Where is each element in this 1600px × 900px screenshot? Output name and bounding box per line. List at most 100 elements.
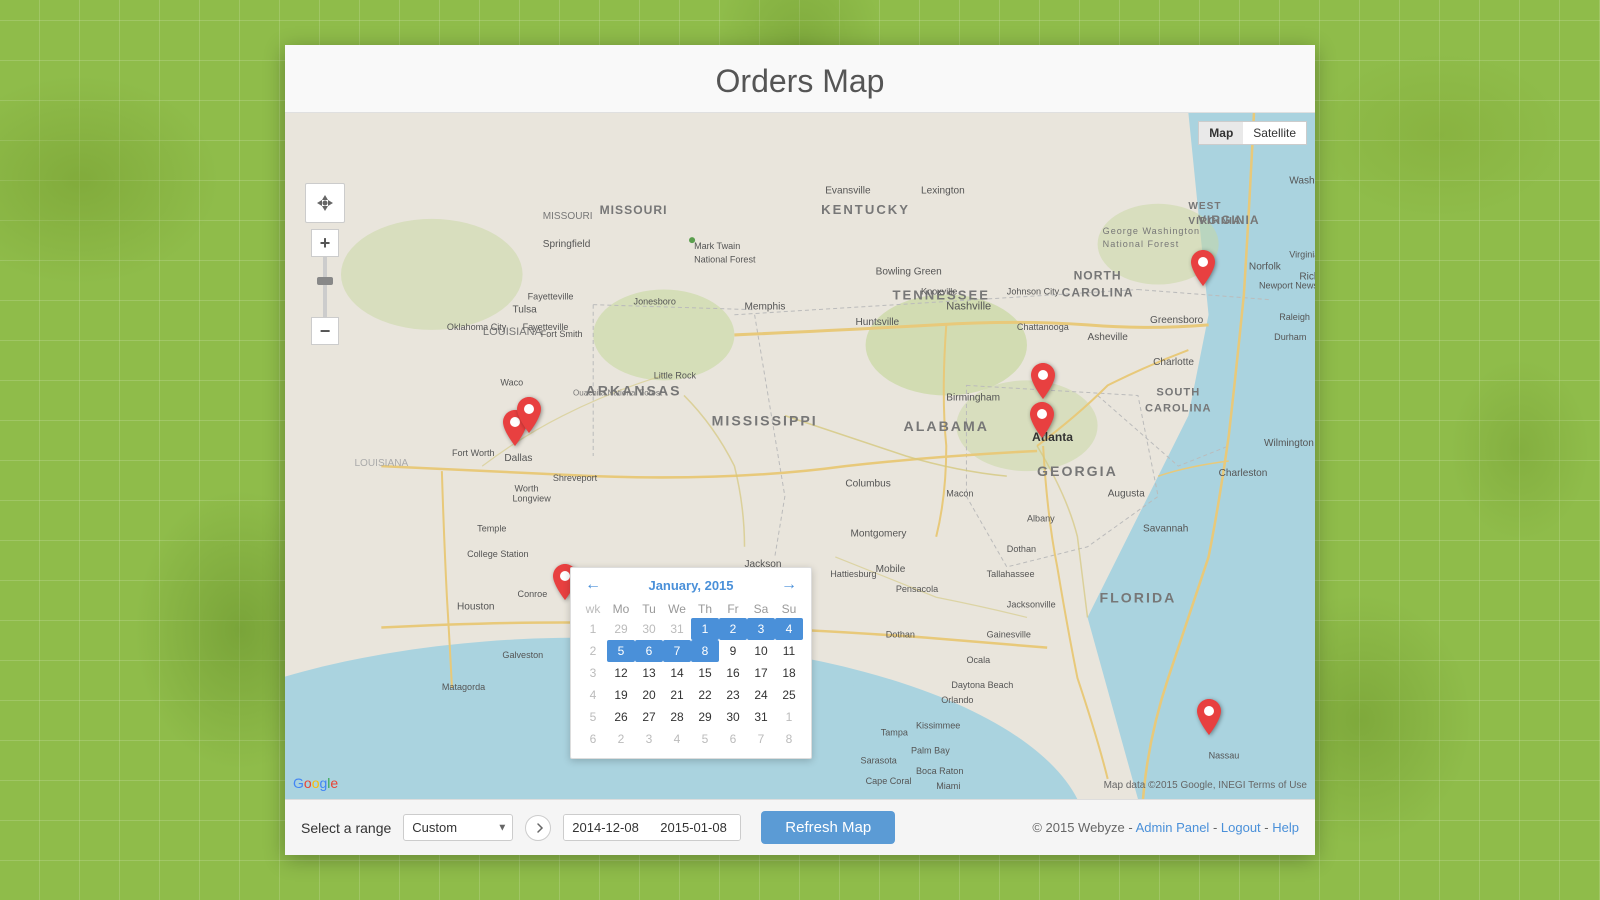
cal-header-wk: wk — [579, 600, 607, 618]
calendar-day[interactable]: 3 — [635, 728, 663, 750]
calendar-day[interactable]: 29 — [607, 618, 635, 640]
calendar-day[interactable]: 4 — [775, 618, 803, 640]
calendar-prev-button[interactable]: ← — [579, 576, 607, 594]
calendar-day[interactable]: 8 — [691, 640, 719, 662]
calendar-day[interactable]: 5 — [607, 640, 635, 662]
svg-text:Jonesboro: Jonesboro — [634, 297, 676, 307]
svg-text:Sarasota: Sarasota — [861, 756, 898, 766]
svg-text:Huntsville: Huntsville — [855, 317, 899, 328]
date-range-inputs — [563, 814, 741, 841]
zoom-controls: + − — [305, 183, 345, 345]
svg-text:Nashville: Nashville — [946, 301, 991, 313]
svg-text:VIRGINIA: VIRGINIA — [1188, 216, 1241, 227]
calendar-day[interactable]: 22 — [691, 684, 719, 706]
calendar-day[interactable]: 7 — [747, 728, 775, 750]
svg-text:Ocala: Ocala — [966, 655, 991, 665]
svg-text:Nassau: Nassau — [1209, 751, 1240, 761]
svg-text:Macon: Macon — [946, 488, 973, 498]
calendar-day[interactable]: 5 — [691, 728, 719, 750]
svg-text:Memphis: Memphis — [745, 302, 786, 313]
zoom-thumb[interactable] — [317, 277, 333, 285]
pan-control[interactable] — [305, 183, 345, 223]
calendar-day[interactable]: 30 — [719, 706, 747, 728]
calendar-day[interactable]: 23 — [719, 684, 747, 706]
calendar-day[interactable]: 3 — [747, 618, 775, 640]
zoom-out-button[interactable]: − — [311, 317, 339, 345]
cal-header-th: Th — [691, 600, 719, 618]
calendar-day[interactable]: 11 — [775, 640, 803, 662]
svg-text:Norfolk: Norfolk — [1249, 261, 1282, 272]
calendar-day[interactable]: 20 — [635, 684, 663, 706]
calendar-day[interactable]: 28 — [663, 706, 691, 728]
calendar-day[interactable]: 31 — [747, 706, 775, 728]
calendar-day[interactable]: 7 — [663, 640, 691, 662]
calendar-day[interactable]: 24 — [747, 684, 775, 706]
calendar-day[interactable]: 6 — [719, 728, 747, 750]
svg-text:Knoxville: Knoxville — [921, 287, 957, 297]
svg-text:Bowling Green: Bowling Green — [876, 266, 942, 277]
svg-text:Mark Twain: Mark Twain — [694, 241, 740, 251]
map-pin-atlanta1[interactable] — [1031, 363, 1055, 404]
calendar-next-button[interactable]: → — [775, 576, 803, 594]
calendar-day[interactable]: 8 — [775, 728, 803, 750]
calendar-day[interactable]: 12 — [607, 662, 635, 684]
map-type-satellite-button[interactable]: Satellite — [1243, 122, 1306, 144]
calendar-day[interactable]: 29 — [691, 706, 719, 728]
calendar-week-row: 52627282930311 — [579, 706, 803, 728]
map-type-map-button[interactable]: Map — [1199, 122, 1243, 144]
calendar-day[interactable]: 17 — [747, 662, 775, 684]
cal-header-we: We — [663, 600, 691, 618]
date-from-input[interactable] — [564, 815, 652, 840]
calendar-header: ← January, 2015 → — [579, 576, 803, 594]
svg-text:Tampa: Tampa — [881, 727, 909, 737]
calendar-day[interactable]: 16 — [719, 662, 747, 684]
calendar-day[interactable]: 4 — [663, 728, 691, 750]
map-pin-greensboro[interactable] — [1191, 250, 1215, 291]
calendar-day[interactable]: 6 — [635, 640, 663, 662]
calendar-day[interactable]: 1 — [775, 706, 803, 728]
calendar-day[interactable]: 25 — [775, 684, 803, 706]
calendar-day[interactable]: 1 — [691, 618, 719, 640]
svg-text:Jacksonville: Jacksonville — [1007, 599, 1056, 609]
range-arrow-button[interactable] — [525, 815, 551, 841]
calendar-day[interactable]: 30 — [635, 618, 663, 640]
calendar-day[interactable]: 13 — [635, 662, 663, 684]
calendar-day[interactable]: 21 — [663, 684, 691, 706]
calendar-week-number: 3 — [579, 662, 607, 684]
svg-text:Waco: Waco — [500, 377, 523, 387]
logout-link[interactable]: Logout — [1221, 820, 1261, 835]
map-attribution: Map data ©2015 Google, INEGI Terms of Us… — [1104, 780, 1307, 791]
svg-text:Lexington: Lexington — [921, 186, 965, 197]
bottom-toolbar: Select a range CustomTodayYesterdayLast … — [285, 799, 1315, 855]
svg-text:Charlotte: Charlotte — [1153, 357, 1194, 368]
range-select-wrapper: CustomTodayYesterdayLast 7 DaysLast 30 D… — [403, 814, 513, 841]
admin-panel-link[interactable]: Admin Panel — [1136, 820, 1210, 835]
map-pin-palm-beach[interactable] — [1197, 699, 1221, 740]
svg-text:NORTH: NORTH — [1074, 268, 1122, 282]
refresh-map-button[interactable]: Refresh Map — [761, 811, 895, 844]
svg-text:Savannah: Savannah — [1143, 524, 1188, 535]
map-pin-atlanta2[interactable] — [1030, 402, 1054, 443]
svg-text:Shreveport: Shreveport — [553, 473, 598, 483]
zoom-track — [323, 257, 327, 317]
zoom-in-button[interactable]: + — [311, 229, 339, 257]
calendar-day[interactable]: 19 — [607, 684, 635, 706]
map-pin-dallas2[interactable] — [517, 397, 541, 438]
range-select[interactable]: CustomTodayYesterdayLast 7 DaysLast 30 D… — [403, 814, 513, 841]
calendar-day[interactable]: 2 — [719, 618, 747, 640]
calendar-day[interactable]: 15 — [691, 662, 719, 684]
calendar-day[interactable]: 26 — [607, 706, 635, 728]
calendar-day[interactable]: 9 — [719, 640, 747, 662]
calendar-day[interactable]: 2 — [607, 728, 635, 750]
help-link[interactable]: Help — [1272, 820, 1299, 835]
svg-text:Washington: Washington — [1289, 176, 1315, 187]
calendar-day[interactable]: 10 — [747, 640, 775, 662]
calendar-day[interactable]: 18 — [775, 662, 803, 684]
svg-text:Gainesville: Gainesville — [987, 630, 1031, 640]
calendar-day[interactable]: 31 — [663, 618, 691, 640]
calendar-day[interactable]: 27 — [635, 706, 663, 728]
svg-text:Fayetteville: Fayetteville — [528, 292, 574, 302]
calendar-day[interactable]: 14 — [663, 662, 691, 684]
date-to-input[interactable] — [652, 815, 740, 840]
map-type-buttons: Map Satellite — [1198, 121, 1307, 145]
